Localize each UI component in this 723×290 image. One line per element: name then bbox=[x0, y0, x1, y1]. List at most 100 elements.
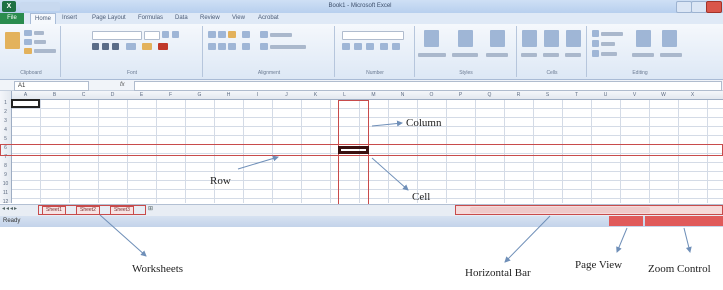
column-header[interactable]: R bbox=[504, 91, 533, 99]
bold-icon[interactable] bbox=[92, 43, 99, 50]
sheet-tab-2[interactable]: Sheet2 bbox=[76, 206, 100, 215]
tab-review[interactable]: Review bbox=[200, 13, 220, 24]
minimize-button[interactable] bbox=[676, 1, 692, 13]
cell-styles-icon[interactable] bbox=[490, 30, 505, 47]
column-header[interactable]: L bbox=[330, 91, 359, 99]
borders-icon[interactable] bbox=[126, 43, 136, 50]
row-header[interactable]: 3 bbox=[0, 117, 11, 126]
insert-sheet-icon[interactable]: ⊞ bbox=[148, 206, 158, 213]
column-header[interactable]: C bbox=[69, 91, 98, 99]
align-bottom-icon[interactable] bbox=[228, 31, 236, 38]
column-header[interactable]: F bbox=[156, 91, 185, 99]
close-button[interactable] bbox=[706, 1, 722, 13]
column-header[interactable]: H bbox=[214, 91, 243, 99]
insert-function-icon[interactable]: fx bbox=[120, 81, 130, 89]
column-header[interactable]: U bbox=[591, 91, 620, 99]
decrease-decimal-icon[interactable] bbox=[392, 43, 400, 50]
cut-icon[interactable] bbox=[24, 30, 32, 36]
row-header[interactable]: 10 bbox=[0, 180, 11, 189]
indent-icon[interactable] bbox=[242, 43, 250, 50]
tab-view[interactable]: View bbox=[232, 13, 245, 24]
autosum-label bbox=[601, 32, 623, 36]
comma-style-icon[interactable] bbox=[366, 43, 374, 50]
align-top-icon[interactable] bbox=[208, 31, 216, 38]
orientation-icon[interactable] bbox=[242, 31, 250, 38]
column-header[interactable]: E bbox=[127, 91, 156, 99]
column-header[interactable]: T bbox=[562, 91, 591, 99]
row-header[interactable]: 9 bbox=[0, 171, 11, 180]
format-cells-icon[interactable] bbox=[566, 30, 581, 47]
tab-formulas[interactable]: Formulas bbox=[138, 13, 163, 24]
column-header[interactable]: M bbox=[359, 91, 388, 99]
column-header[interactable]: D bbox=[98, 91, 127, 99]
column-header[interactable]: G bbox=[185, 91, 214, 99]
sort-filter-icon[interactable] bbox=[636, 30, 651, 47]
percent-icon[interactable] bbox=[354, 43, 362, 50]
column-header[interactable]: P bbox=[446, 91, 475, 99]
row-header[interactable]: 4 bbox=[0, 126, 11, 135]
align-left-icon[interactable] bbox=[208, 43, 216, 50]
sheet-tab-3[interactable]: Sheet3 bbox=[110, 206, 134, 215]
column-header[interactable]: O bbox=[417, 91, 446, 99]
column-header[interactable]: W bbox=[649, 91, 678, 99]
fill-icon[interactable] bbox=[592, 40, 599, 47]
selected-cell-a1[interactable] bbox=[11, 99, 40, 108]
tab-file[interactable]: File bbox=[0, 13, 24, 24]
row-header[interactable]: 11 bbox=[0, 189, 11, 198]
tab-insert[interactable]: Insert bbox=[62, 13, 77, 24]
row-header[interactable]: 1 bbox=[0, 99, 11, 108]
format-as-table-icon[interactable] bbox=[458, 30, 473, 47]
tab-page-layout[interactable]: Page Layout bbox=[92, 13, 126, 24]
column-header[interactable]: N bbox=[388, 91, 417, 99]
font-name-select[interactable] bbox=[92, 31, 142, 40]
column-header[interactable]: I bbox=[243, 91, 272, 99]
copy-icon[interactable] bbox=[24, 39, 32, 45]
number-format-select[interactable] bbox=[342, 31, 404, 40]
column-header[interactable]: Q bbox=[475, 91, 504, 99]
underline-icon[interactable] bbox=[112, 43, 119, 50]
page-view-buttons[interactable] bbox=[609, 216, 643, 226]
merge-center-icon[interactable] bbox=[260, 43, 268, 50]
font-size-select[interactable] bbox=[144, 31, 160, 40]
quick-access-toolbar[interactable] bbox=[20, 2, 60, 11]
find-select-icon[interactable] bbox=[662, 30, 677, 47]
formula-input[interactable] bbox=[134, 81, 722, 91]
horizontal-scroll-thumb[interactable] bbox=[470, 207, 650, 213]
column-header[interactable]: X bbox=[678, 91, 707, 99]
column-header[interactable]: A bbox=[11, 91, 40, 99]
zoom-control[interactable] bbox=[645, 216, 723, 226]
tab-acrobat[interactable]: Acrobat bbox=[258, 13, 279, 24]
autosum-icon[interactable] bbox=[592, 30, 599, 37]
increase-decimal-icon[interactable] bbox=[380, 43, 388, 50]
wrap-text-icon[interactable] bbox=[260, 31, 268, 38]
sheet-tab-1[interactable]: Sheet1 bbox=[42, 206, 66, 215]
grow-font-icon[interactable] bbox=[162, 31, 169, 38]
clear-icon[interactable] bbox=[592, 50, 599, 57]
row-header[interactable]: 8 bbox=[0, 162, 11, 171]
maximize-button[interactable] bbox=[691, 1, 707, 13]
tab-data[interactable]: Data bbox=[175, 13, 188, 24]
find-select-label bbox=[660, 53, 682, 57]
fill-color-icon[interactable] bbox=[142, 43, 152, 50]
font-color-icon[interactable] bbox=[158, 43, 168, 50]
name-box[interactable]: A1 bbox=[14, 81, 89, 91]
conditional-formatting-icon[interactable] bbox=[424, 30, 439, 47]
sheet-navigation-arrows-icon[interactable]: ◂◂◂▸ bbox=[2, 206, 36, 213]
format-painter-icon[interactable] bbox=[24, 48, 32, 54]
align-center-icon[interactable] bbox=[218, 43, 226, 50]
align-middle-icon[interactable] bbox=[218, 31, 226, 38]
currency-icon[interactable] bbox=[342, 43, 350, 50]
column-header[interactable]: K bbox=[301, 91, 330, 99]
delete-cells-icon[interactable] bbox=[544, 30, 559, 47]
column-header[interactable]: S bbox=[533, 91, 562, 99]
row-header[interactable]: 5 bbox=[0, 135, 11, 144]
column-header[interactable]: B bbox=[40, 91, 69, 99]
shrink-font-icon[interactable] bbox=[172, 31, 179, 38]
italic-icon[interactable] bbox=[102, 43, 109, 50]
column-header[interactable]: J bbox=[272, 91, 301, 99]
column-header[interactable]: V bbox=[620, 91, 649, 99]
paste-icon[interactable] bbox=[5, 32, 20, 49]
align-right-icon[interactable] bbox=[228, 43, 236, 50]
insert-cells-icon[interactable] bbox=[522, 30, 537, 47]
row-header[interactable]: 2 bbox=[0, 108, 11, 117]
